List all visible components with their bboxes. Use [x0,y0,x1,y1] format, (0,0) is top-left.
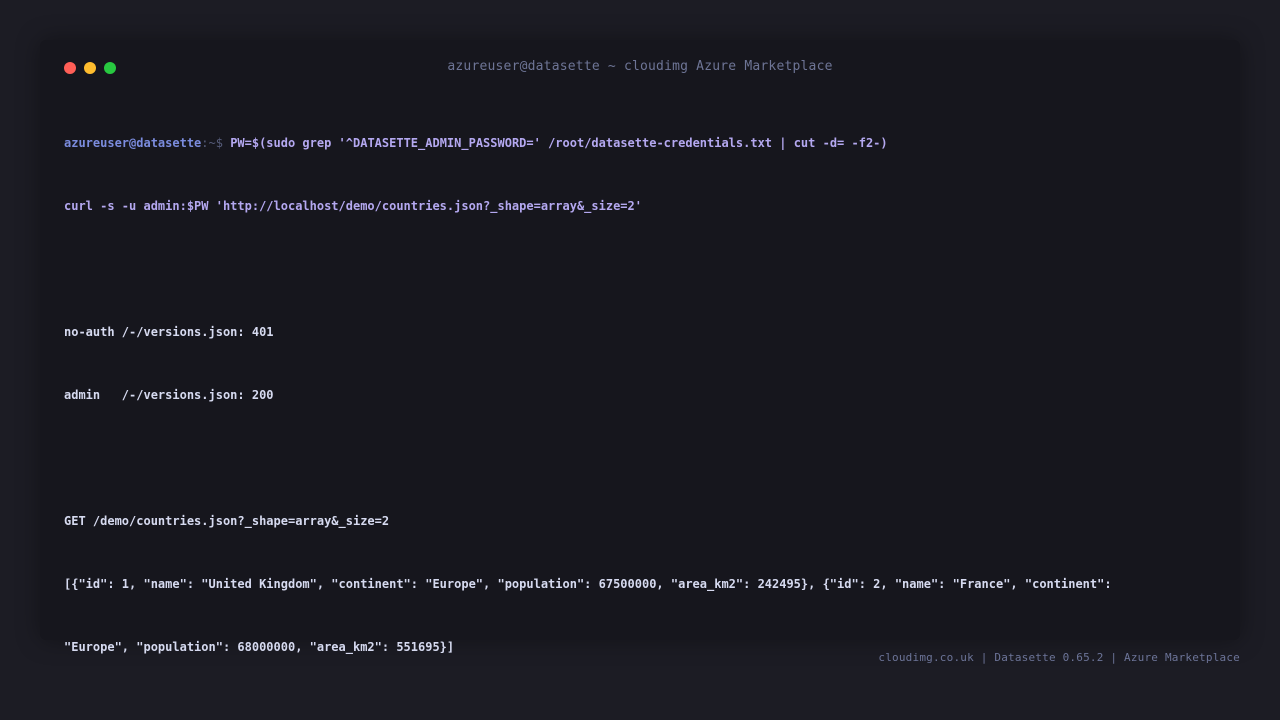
prompt-user: azureuser@datasette [64,136,202,150]
window-title: azureuser@datasette ~ cloudimg Azure Mar… [447,59,833,74]
output-get-line: GET /demo/countries.json?_shape=array&_s… [64,514,390,528]
command-line-2: curl -s -u admin:$PW 'http://localhost/d… [64,199,642,213]
prompt-path: :~$ [201,136,231,150]
terminal-window: azureuser@datasette ~ cloudimg Azure Mar… [40,40,1240,654]
terminal-output[interactable]: azureuser@datasette:~$ PW=$(sudo grep '^… [64,91,1214,700]
command-text-1: PW=$(sudo grep '^DATASETTE_ADMIN_PASSWOR… [230,136,888,150]
output-json-line-1: [{"id": 1, "name": "United Kingdom", "co… [64,577,1112,591]
output-noauth-line: no-auth /-/versions.json: 401 [64,325,274,339]
command-line-1: azureuser@datasette:~$ PW=$(sudo grep '^… [64,133,1214,154]
footer-text: cloudimg.co.uk | Datasette 0.65.2 | Azur… [878,651,1240,664]
output-admin-line: admin /-/versions.json: 200 [64,388,274,402]
title-bar: azureuser@datasette ~ cloudimg Azure Mar… [40,40,1240,96]
